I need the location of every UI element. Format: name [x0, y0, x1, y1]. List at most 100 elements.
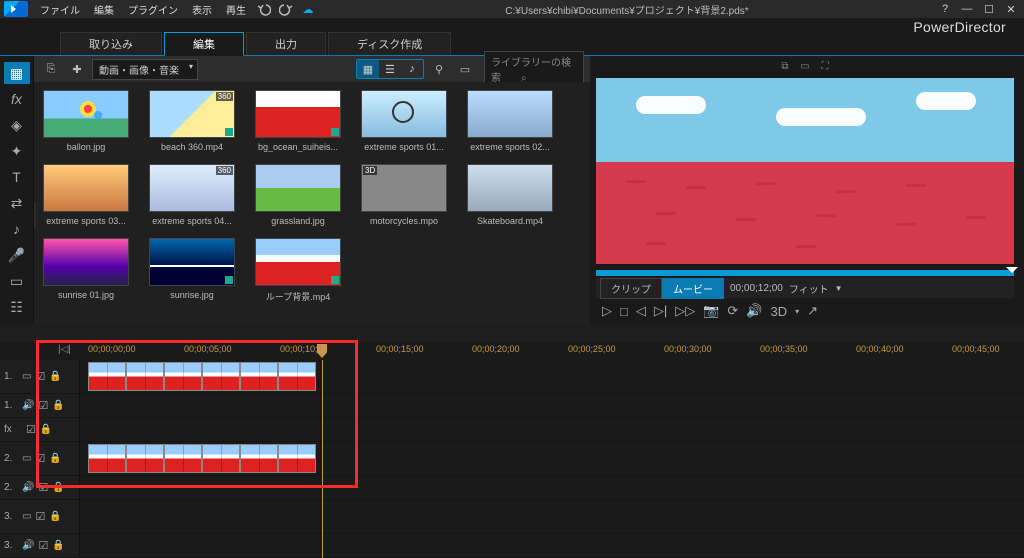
thumbnail[interactable]: [255, 90, 341, 138]
track-body[interactable]: [80, 418, 1024, 441]
menu-plugin[interactable]: プラグイン: [122, 0, 184, 19]
library-item[interactable]: extreme sports 02...: [466, 90, 554, 152]
tab-disc[interactable]: ディスク作成: [328, 32, 451, 55]
next-frame-icon[interactable]: ▷|: [654, 303, 667, 319]
transition-room-icon[interactable]: ⇄: [4, 192, 30, 214]
audio-room-icon[interactable]: ♪: [4, 218, 30, 240]
list-view-icon[interactable]: ☰: [379, 60, 401, 78]
movie-tab[interactable]: ムービー: [662, 278, 724, 299]
track-header[interactable]: fx☑🔒: [0, 418, 80, 441]
fx-room-icon[interactable]: fx: [4, 88, 30, 110]
volume-icon[interactable]: 🔊: [746, 303, 762, 319]
preview-monitor[interactable]: [596, 78, 1014, 264]
track-header[interactable]: 3.▭☑🔒: [0, 500, 80, 533]
plugin-icon[interactable]: ✚: [66, 59, 88, 79]
tab-edit[interactable]: 編集: [164, 32, 244, 56]
timeline-clip[interactable]: [164, 362, 202, 391]
sort-icon[interactable]: ⚲: [428, 59, 450, 79]
menu-view[interactable]: 表示: [186, 0, 218, 19]
import-icon[interactable]: ⎘: [40, 59, 62, 79]
popout-icon[interactable]: ↗: [807, 303, 818, 319]
subtitle-room-icon[interactable]: ☷: [4, 296, 30, 318]
library-item[interactable]: extreme sports 01...: [360, 90, 448, 152]
timeline-clip[interactable]: [278, 362, 316, 391]
thumbnail[interactable]: [43, 164, 129, 212]
voice-room-icon[interactable]: 🎤: [4, 244, 30, 266]
three-d-label[interactable]: 3D: [771, 304, 788, 319]
menu-play[interactable]: 再生: [220, 0, 252, 19]
maximize-preview-icon[interactable]: ⛶: [817, 60, 833, 72]
track-header[interactable]: 2.🔊☑🔒: [0, 476, 80, 499]
stop-icon[interactable]: □: [620, 304, 628, 319]
thumbnail[interactable]: [361, 90, 447, 138]
thumbnail[interactable]: 360: [149, 164, 235, 212]
menu-edit[interactable]: 編集: [88, 0, 120, 19]
fast-forward-icon[interactable]: ▷▷: [675, 303, 695, 319]
track-header[interactable]: 3.🔊☑🔒: [0, 534, 80, 557]
thumbnail[interactable]: 360: [149, 90, 235, 138]
timeline-clip[interactable]: [126, 362, 164, 391]
timeline-ruler[interactable]: |◁| 00;00;00;0000;00;05;0000;00;10;0000;…: [80, 342, 1024, 360]
library-item[interactable]: 360beach 360.mp4: [148, 90, 236, 152]
timeline-clip[interactable]: [202, 362, 240, 391]
preview-scrubber[interactable]: [596, 270, 1014, 276]
prev-frame-icon[interactable]: ◁: [636, 303, 646, 319]
chapter-room-icon[interactable]: ▭: [4, 270, 30, 292]
tab-output[interactable]: 出力: [246, 32, 326, 55]
library-item[interactable]: ballon.jpg: [42, 90, 130, 152]
menu-file[interactable]: ファイル: [34, 0, 86, 19]
expand-tree-icon[interactable]: ›: [34, 202, 36, 228]
clip-tab[interactable]: クリップ: [600, 278, 662, 299]
thumbnail[interactable]: [467, 164, 553, 212]
view-mode-segment[interactable]: ▦ ☰ ♪: [356, 59, 424, 79]
title-room-icon[interactable]: T: [4, 166, 30, 188]
library-item[interactable]: 3Dmotorcycles.mpo: [360, 164, 448, 226]
go-start-icon[interactable]: |◁|: [58, 344, 71, 355]
track-body[interactable]: [80, 476, 1024, 499]
library-item[interactable]: bg_ocean_suiheis...: [254, 90, 342, 152]
thumbnail[interactable]: [43, 90, 129, 138]
particle-room-icon[interactable]: ✦: [4, 140, 30, 162]
track-header[interactable]: 2.▭☑🔒: [0, 442, 80, 475]
timeline-clip[interactable]: [240, 362, 278, 391]
undock-icon[interactable]: ⧉: [777, 60, 793, 72]
undo-icon[interactable]: [255, 1, 273, 17]
thumbnail[interactable]: [255, 164, 341, 212]
library-item[interactable]: grassland.jpg: [254, 164, 342, 226]
redo-icon[interactable]: [277, 1, 295, 17]
help-icon[interactable]: ?: [936, 1, 954, 17]
library-item[interactable]: 360extreme sports 04...: [148, 164, 236, 226]
library-item[interactable]: Skateboard.mp4: [466, 164, 554, 226]
pip-room-icon[interactable]: ◈: [4, 114, 30, 136]
track-header[interactable]: 1.🔊☑🔒: [0, 394, 80, 417]
thumbnail[interactable]: [149, 238, 235, 286]
thumbnail[interactable]: [467, 90, 553, 138]
library-item[interactable]: sunrise.jpg: [148, 238, 236, 303]
play-icon[interactable]: ▷: [602, 303, 612, 319]
music-view-icon[interactable]: ♪: [401, 60, 423, 78]
track-header[interactable]: 1.▭☑🔒: [0, 360, 80, 393]
timeline-clip[interactable]: [278, 444, 316, 473]
fit-dropdown[interactable]: フィット: [789, 281, 829, 296]
thumbnail[interactable]: 3D: [361, 164, 447, 212]
grid-view-icon[interactable]: ▦: [357, 60, 379, 78]
cloud-icon[interactable]: ☁: [299, 1, 317, 17]
timeline-clip[interactable]: [240, 444, 278, 473]
track-body[interactable]: [80, 442, 1024, 475]
close-icon[interactable]: ✕: [1002, 1, 1020, 17]
track-body[interactable]: [80, 500, 1024, 533]
snapshot-icon[interactable]: ▭: [797, 60, 813, 72]
maximize-icon[interactable]: ☐: [980, 1, 998, 17]
track-body[interactable]: [80, 394, 1024, 417]
track-body[interactable]: [80, 360, 1024, 393]
minimize-icon[interactable]: —: [958, 1, 976, 17]
track-body[interactable]: [80, 534, 1024, 557]
display-icon[interactable]: ▭: [454, 59, 476, 79]
timeline-clip[interactable]: [88, 362, 126, 391]
thumbnail[interactable]: [43, 238, 129, 286]
thumbnail[interactable]: [255, 238, 341, 286]
timeline-clip[interactable]: [202, 444, 240, 473]
media-filter-dropdown[interactable]: 動画・画像・音楽: [92, 59, 198, 80]
library-item[interactable]: sunrise 01.jpg: [42, 238, 130, 303]
timeline-clip[interactable]: [164, 444, 202, 473]
